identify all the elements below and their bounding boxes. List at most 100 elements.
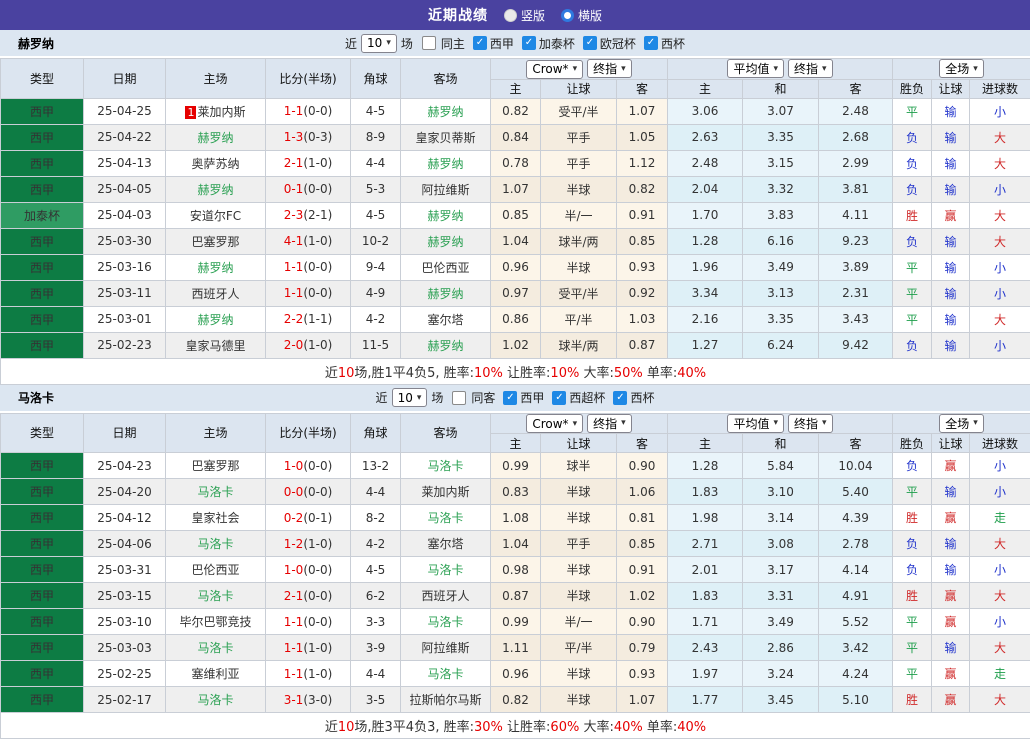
handicap: 平/半 [541,306,617,332]
recent-count-select[interactable]: 10▾ [361,34,397,53]
away-odds: 1.06 [617,479,668,505]
score-cell: 1-0(0-0) [266,557,351,583]
league-checkbox[interactable]: ✓ [522,36,536,50]
avg-draw-odds: 3.07 [743,98,819,124]
summary-text: 大率: [579,720,614,735]
result-outcome: 胜 [893,202,932,228]
league-checkbox[interactable]: ✓ [473,36,487,50]
same-venue-checkbox[interactable] [422,36,436,50]
full-time-score: 0-1 [284,182,304,196]
summary-text: 场,胜1平4负5, 胜率: [354,366,474,381]
matches-label: 场 [431,389,443,406]
layout-horizontal-option[interactable]: 横版 [561,7,602,24]
home-team-name: 赫罗纳 [197,183,233,197]
sub-column-header: 胜负 [893,79,932,98]
sub-column-header: 让球 [541,79,617,98]
column-header: 客场 [401,59,491,99]
result-handicap: 赢 [932,202,970,228]
result-outcome: 平 [893,254,932,280]
corners-cell: 6-2 [351,583,401,609]
horizontal-radio-icon[interactable] [561,9,574,22]
same-venue-checkbox[interactable] [452,391,466,405]
avg-draw-odds: 3.10 [743,479,819,505]
handicap: 半球 [541,583,617,609]
summary-text: 60% [550,720,579,735]
score-cell: 1-2(1-0) [266,531,351,557]
result-goals: 小 [970,332,1030,358]
summary-text: 单率: [643,366,678,381]
avg-draw-odds: 3.45 [743,687,819,713]
sub-column-header: 和 [743,79,819,98]
table-footer: 近10场,胜3平4负3, 胜率:30% 让胜率:60% 大率:40% 单率:40… [1,713,1030,739]
result-handicap: 赢 [932,505,970,531]
match-date: 25-03-16 [84,254,166,280]
away-odds: 1.07 [617,687,668,713]
handicap: 半/一 [541,202,617,228]
avg-stage-select-value: 终指 [794,60,818,77]
away-team: 阿拉维斯 [401,176,491,202]
odds-company-select[interactable]: Crow*▾ [526,60,583,79]
home-odds: 0.98 [491,557,541,583]
match-date: 25-02-17 [84,687,166,713]
odds-company-select[interactable]: Crow*▾ [526,414,583,433]
home-team: 巴塞罗那 [166,453,266,479]
odds-company-select-value: Crow* [532,62,568,76]
horizontal-label: 横版 [578,7,602,24]
score-cell: 4-1(1-0) [266,228,351,254]
scope-select[interactable]: 全场▾ [939,414,984,433]
away-team-name: 巴伦西亚 [421,261,469,275]
sub-column-header: 胜负 [893,434,932,453]
sub-column-header: 客 [617,434,668,453]
away-odds: 0.85 [617,531,668,557]
league-checkbox[interactable]: ✓ [503,391,517,405]
home-team: 巴伦西亚 [166,557,266,583]
half-time-score: (0-0) [303,104,332,118]
result-goals: 大 [970,531,1030,557]
avg-draw-odds: 6.24 [743,332,819,358]
home-odds: 0.82 [491,98,541,124]
odds-stage-select[interactable]: 终指▾ [587,414,632,433]
sub-column-header: 进球数 [970,434,1030,453]
home-team-name: 奥萨苏纳 [191,157,239,171]
avg-away-odds: 3.81 [819,176,893,202]
vertical-label: 竖版 [521,7,545,24]
avg-source-select[interactable]: 平均值▾ [727,59,784,78]
match-date: 25-04-20 [84,479,166,505]
home-team-name: 马洛卡 [197,589,233,603]
vertical-radio-icon[interactable] [504,9,517,22]
score-cell: 0-0(0-0) [266,479,351,505]
scope-select[interactable]: 全场▾ [939,59,984,78]
summary-cell: 近10场,胜1平4负5, 胜率:10% 让胜率:10% 大率:50% 单率:40… [1,358,1030,384]
away-odds: 1.05 [617,124,668,150]
home-team-name: 赫罗纳 [197,313,233,327]
avg-away-odds: 9.23 [819,228,893,254]
match-date: 25-03-10 [84,609,166,635]
summary-text: 场,胜3平4负3, 胜率: [354,720,474,735]
result-goals: 走 [970,661,1030,687]
home-odds: 1.08 [491,505,541,531]
recent-count-select[interactable]: 10▾ [392,388,428,407]
home-odds: 0.85 [491,202,541,228]
away-odds: 1.12 [617,150,668,176]
avg-home-odds: 1.70 [668,202,743,228]
odds-stage-select[interactable]: 终指▾ [587,59,632,78]
summary-text: 10 [338,720,355,735]
table-row: 西甲25-03-15马洛卡2-1(0-0)6-2西班牙人0.87半球1.021.… [1,583,1030,609]
avg-draw-odds: 3.14 [743,505,819,531]
league-checkbox[interactable]: ✓ [552,391,566,405]
handicap: 半球 [541,505,617,531]
layout-vertical-option[interactable]: 竖版 [504,7,545,24]
league-checkbox[interactable]: ✓ [644,36,658,50]
result-handicap: 输 [932,306,970,332]
avg-stage-select[interactable]: 终指▾ [788,59,833,78]
avg-source-select[interactable]: 平均值▾ [727,414,784,433]
match-date: 25-04-22 [84,124,166,150]
league-checkbox[interactable]: ✓ [613,391,627,405]
full-time-score: 1-1 [284,260,304,274]
home-team-name: 马洛卡 [197,641,233,655]
avg-draw-odds: 6.16 [743,228,819,254]
league-checkbox[interactable]: ✓ [583,36,597,50]
avg-home-odds: 2.63 [668,124,743,150]
match-type: 西甲 [1,228,84,254]
avg-stage-select[interactable]: 终指▾ [788,414,833,433]
